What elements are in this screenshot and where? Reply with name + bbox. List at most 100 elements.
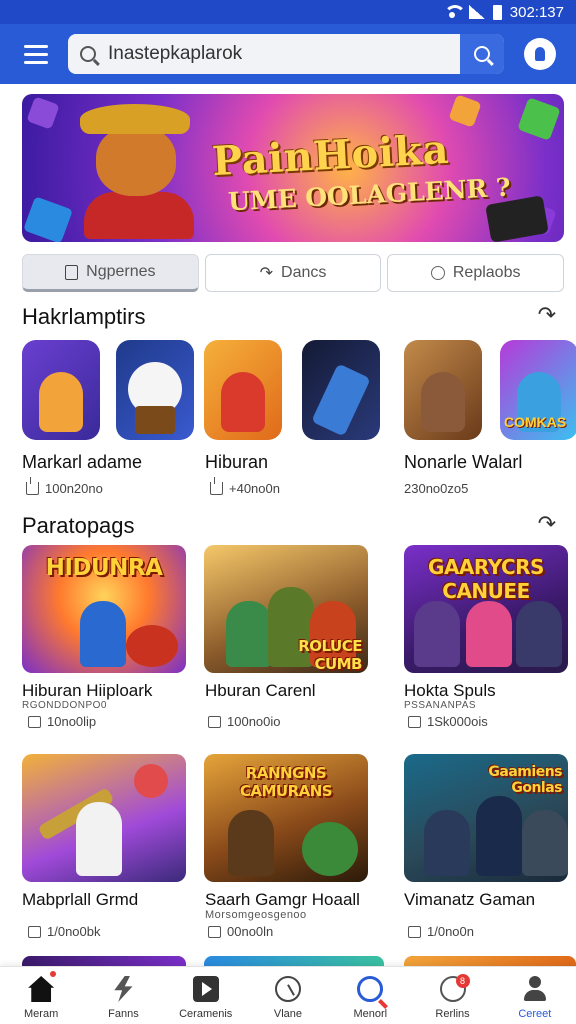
game-meta: 10no0lip (28, 714, 96, 729)
app-icon[interactable] (302, 340, 380, 440)
nav-meram[interactable]: Meram (0, 967, 82, 1024)
tab-ngpernes[interactable]: Ngpernes (22, 254, 199, 292)
menu-button[interactable] (12, 30, 60, 78)
account-icon (535, 47, 545, 61)
game-hero (226, 601, 272, 667)
game-hero (516, 601, 562, 667)
download-icon (26, 477, 39, 495)
game-name: Saarh Gamgr Hoaall (205, 890, 360, 909)
search-button[interactable] (460, 34, 504, 74)
signal-icon (468, 5, 485, 19)
tab-replaobs[interactable]: Replaobs (387, 254, 565, 292)
tab-label: Ngpernes (86, 263, 156, 280)
game-art-title: GAARYCRS CANUEE (428, 555, 544, 603)
cube-decoration (517, 97, 561, 141)
nav-label: Ceramenis (179, 1008, 233, 1020)
game-prop (126, 625, 178, 667)
notification-badge: 8 (455, 974, 470, 988)
status-time: 302:137 (509, 3, 564, 21)
section-title: Hakrlamptirs (22, 304, 146, 329)
game-meta-value: 1/0no0n (427, 924, 474, 939)
box-icon (28, 925, 41, 938)
nav-label: Fanns (108, 1008, 139, 1020)
app-icon[interactable]: COMKAS (500, 340, 576, 440)
game-hero (466, 601, 512, 667)
nav-cereet[interactable]: Cereet (494, 967, 576, 1024)
nav-label: Vlane (273, 1008, 303, 1020)
game-thumbnail[interactable] (22, 754, 186, 882)
app-icon[interactable] (404, 340, 482, 440)
nav-ceramenis[interactable]: Ceramenis (165, 967, 247, 1024)
game-hero (414, 601, 460, 667)
search-icon (68, 34, 108, 74)
menu-icon-line (24, 60, 48, 64)
game-thumbnail[interactable]: HIDUNRA (22, 545, 186, 673)
game-name: Hokta Spuls (404, 681, 496, 700)
section-more-button[interactable]: ↷ (538, 511, 556, 537)
game-thumbnail[interactable]: RANNGNS CAMURANS (204, 754, 368, 882)
nav-vlane[interactable]: Vlane (247, 967, 329, 1024)
game-meta: 00no0ln (208, 924, 273, 939)
app-name: Markarl adame (22, 452, 143, 472)
search-input[interactable] (108, 43, 460, 65)
search-icon (357, 976, 384, 1002)
app-bar (0, 24, 576, 84)
search-icon (474, 46, 490, 62)
section-more-button[interactable]: ↷ (538, 302, 556, 328)
game-meta-value: 00no0ln (227, 924, 274, 939)
game-art-title: RANNGNS CAMURANS (239, 764, 333, 800)
nav-rerlins[interactable]: 8 Rerlins (411, 967, 493, 1024)
box-icon (208, 925, 221, 938)
app-icon[interactable] (204, 340, 282, 440)
tab-dancs[interactable]: ↷ Dancs (204, 254, 382, 292)
game-name: Mabprlall Grmd (22, 890, 139, 909)
arrow-icon: ↷ (259, 265, 274, 282)
game-meta-value: 100no0io (227, 714, 281, 729)
nav-menorl[interactable]: Menorl (329, 967, 411, 1024)
account-button[interactable] (524, 38, 556, 70)
game-name: Vimanatz Gaman (404, 890, 536, 909)
game-prop (134, 764, 168, 798)
app-icon[interactable] (116, 340, 194, 440)
nav-fanns[interactable]: Fanns (82, 967, 164, 1024)
download-icon (210, 477, 223, 495)
game-meta: 1/0no0bk (28, 924, 101, 939)
banner-title: PainHoika (210, 125, 451, 186)
banner-character (70, 104, 210, 239)
promo-banner[interactable]: PainHoika UME OOLAGLENR ? (22, 94, 564, 242)
game-thumbnail[interactable]: GAARYCRS CANUEE (404, 545, 568, 673)
app-meta: +40no0n (210, 477, 280, 496)
game-art-title: ROLUCE CUMB (298, 637, 362, 673)
game-thumbnail[interactable]: ROLUCE CUMB (204, 545, 368, 673)
app-meta-value: +40no0n (229, 481, 280, 496)
notification-dot (50, 971, 57, 977)
tab-label: Dancs (281, 264, 327, 281)
nav-label: Cereet (518, 1008, 552, 1020)
play-icon (192, 976, 219, 1002)
game-art-title: HIDUNRA (45, 555, 163, 581)
user-icon (522, 976, 548, 1002)
search-box (68, 34, 504, 74)
app-icon[interactable] (22, 340, 100, 440)
bottom-navigation: Meram Fanns Ceramenis Vlane Menorl 8 Rer… (0, 966, 576, 1024)
app-meta-value: 230no0zo5 (404, 481, 469, 496)
game-subtitle: PSSANANPAS (404, 700, 477, 711)
game-subtitle: RGONDDONPO0 (22, 700, 107, 711)
box-icon (208, 715, 221, 728)
game-hero (302, 822, 358, 876)
app-meta-value: 100n20no (45, 481, 103, 496)
box-icon (408, 715, 421, 728)
app-row: COMKAS (22, 340, 576, 440)
wifi-icon (443, 5, 466, 19)
game-meta: 100no0io (208, 714, 281, 729)
clock-icon (274, 976, 301, 1002)
box-icon (408, 925, 421, 938)
game-name: Hiburan Hiiploark (22, 681, 153, 700)
app-name: Nonarle Walarl (404, 452, 523, 472)
game-meta: 1Sk000ois (408, 714, 488, 729)
app-icon-art: COMKAS (504, 414, 567, 430)
status-bar: 302:137 (0, 0, 576, 24)
app-name: Hiburan (205, 452, 269, 472)
game-thumbnail[interactable]: Gaamiens Gonlas (404, 754, 568, 882)
menu-icon-line (24, 52, 48, 56)
